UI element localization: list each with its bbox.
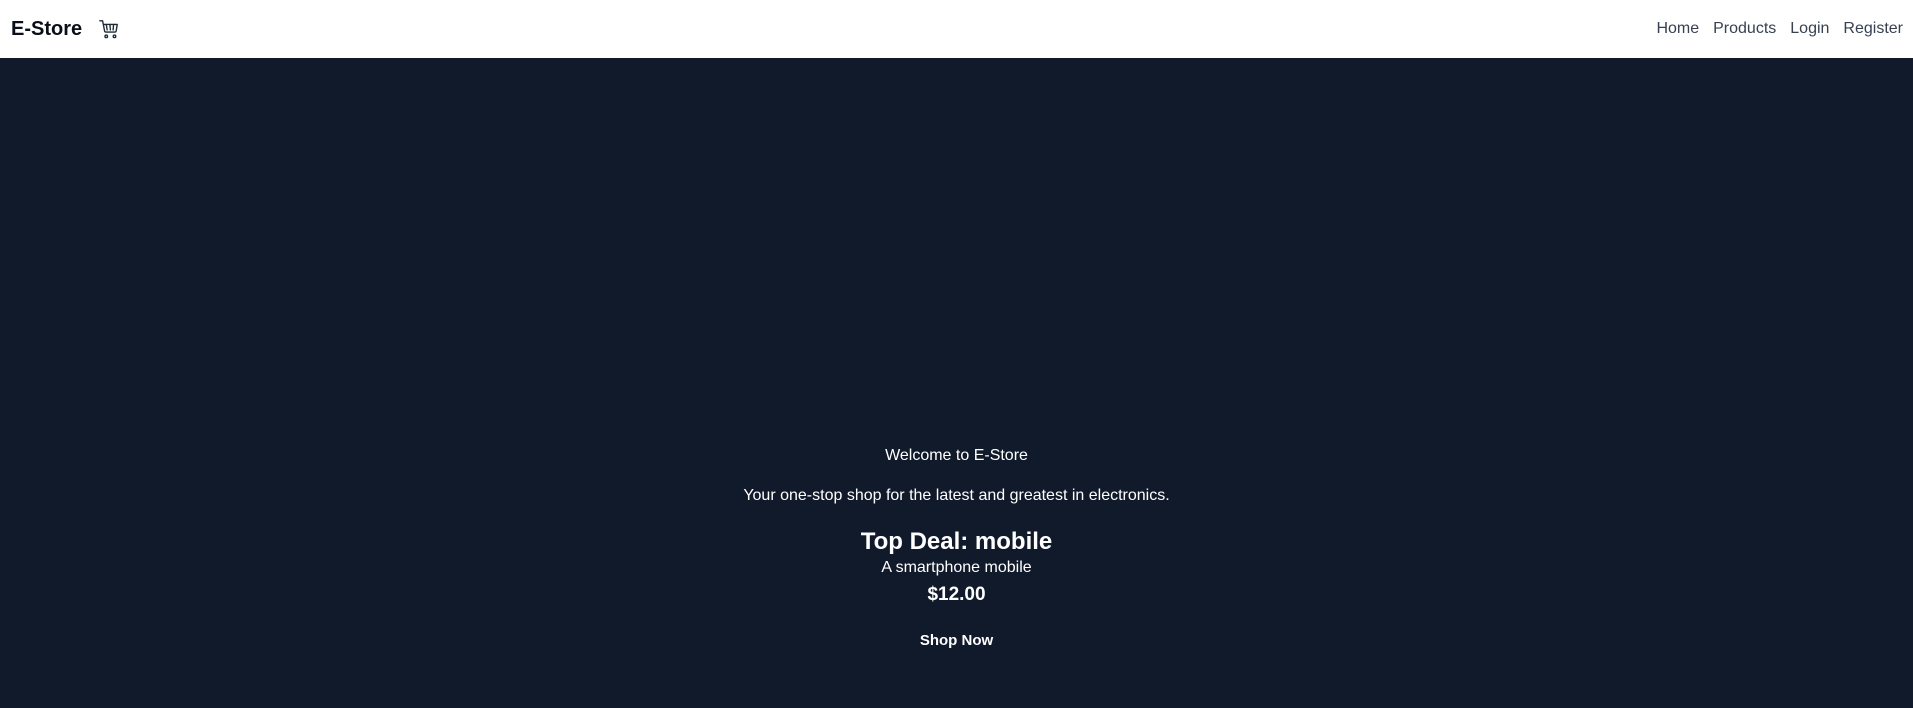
main-nav: Home Products Login Register [1642,20,1903,38]
nav-link-register[interactable]: Register [1843,20,1903,38]
shop-now-button[interactable]: Shop Now [920,632,993,649]
hero-tagline: Your one-stop shop for the latest and gr… [743,487,1170,504]
top-navbar: E-Store Home Products Login Register [0,0,1913,58]
top-deal-title: Top Deal: mobile [860,528,1053,555]
hero-section: Welcome to E-Store Your one-stop shop fo… [0,58,1913,708]
brand-logo-text[interactable]: E-Store [11,18,82,41]
top-deal-price: $12.00 [927,584,986,605]
top-deal-description: A smartphone mobile [881,559,1032,576]
hero-content: Welcome to E-Store Your one-stop shop fo… [0,446,1913,650]
nav-link-login[interactable]: Login [1790,20,1829,38]
nav-link-home[interactable]: Home [1656,20,1699,38]
shopping-cart-icon[interactable] [98,18,120,40]
brand: E-Store [11,18,120,41]
nav-link-products[interactable]: Products [1713,20,1776,38]
welcome-text: Welcome to E-Store [885,447,1028,464]
